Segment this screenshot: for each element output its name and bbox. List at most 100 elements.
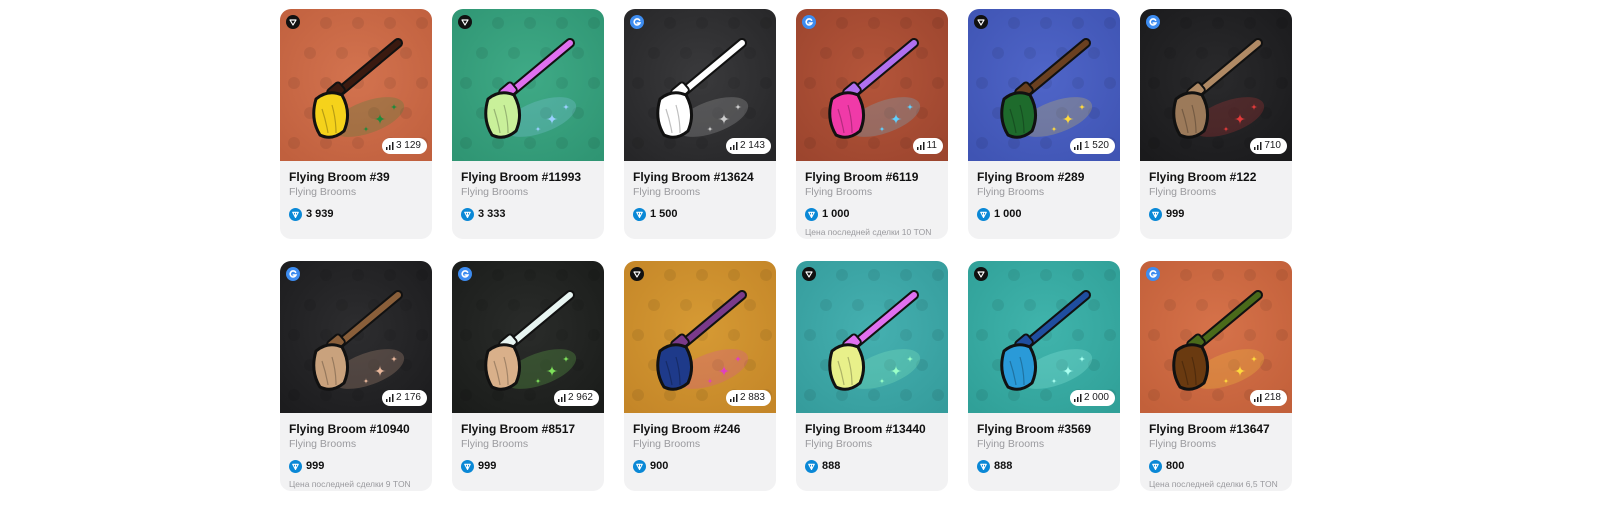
collection-name[interactable]: Flying Brooms: [633, 438, 767, 451]
card-info: Flying Broom #122 Flying Brooms 999: [1140, 161, 1292, 221]
nft-card-8[interactable]: 2 962 Flying Broom #8517 Flying Brooms 9…: [452, 261, 604, 491]
supply-badge: 2 143: [725, 138, 771, 154]
supply-count: 3 129: [395, 140, 421, 151]
nft-image[interactable]: [452, 9, 604, 161]
nft-title: Flying Broom #122: [1149, 170, 1257, 184]
getgems-icon: [458, 267, 472, 281]
nft-image[interactable]: 2 143: [624, 9, 776, 161]
collection-name[interactable]: Flying Brooms: [633, 186, 767, 199]
card-info: Flying Broom #39 Flying Brooms 3 939: [280, 161, 432, 221]
price: 1 000: [805, 207, 939, 221]
nft-image[interactable]: 2 176: [280, 261, 432, 413]
card-info: Flying Broom #13440 Flying Brooms 888: [796, 413, 948, 473]
ton-diamond-icon: [461, 459, 474, 473]
bars-icon: [1073, 142, 1082, 150]
card-info: Flying Broom #6119 Flying Brooms 1 000 Ц…: [796, 161, 948, 237]
last-sale-price: Цена последней сделки 9 TON: [289, 479, 411, 489]
nft-card-3[interactable]: 2 143 Flying Broom #13624 Flying Brooms …: [624, 9, 776, 239]
nft-card-10[interactable]: Flying Broom #13440 Flying Brooms 888: [796, 261, 948, 491]
nft-card-11[interactable]: 2 000 Flying Broom #3569 Flying Brooms 8…: [968, 261, 1120, 491]
price: 1 000: [977, 207, 1111, 221]
supply-badge: 710: [1250, 138, 1287, 154]
fragment-icon: [630, 267, 644, 281]
bars-icon: [1073, 394, 1082, 402]
marketplace-icon: [974, 15, 988, 29]
nft-card-1[interactable]: 3 129 Flying Broom #39 Flying Brooms 3 9…: [280, 9, 432, 239]
price-value: 1 000: [994, 208, 1022, 220]
nft-image[interactable]: 710: [1140, 9, 1292, 161]
collection-name[interactable]: Flying Brooms: [977, 438, 1111, 451]
price: 999: [289, 459, 423, 473]
bars-icon: [557, 394, 566, 402]
nft-card-5[interactable]: 1 520 Flying Broom #289 Flying Brooms 1 …: [968, 9, 1120, 239]
nft-card-7[interactable]: 2 176 Flying Broom #10940 Flying Brooms …: [280, 261, 432, 491]
nft-card-4[interactable]: 11 Flying Broom #6119 Flying Brooms 1 00…: [796, 9, 948, 239]
nft-image[interactable]: [796, 261, 948, 413]
ton-diamond-icon: [977, 459, 990, 473]
collection-name[interactable]: Flying Brooms: [977, 186, 1111, 199]
price: 999: [461, 459, 595, 473]
supply-count: 2 176: [395, 392, 421, 403]
collection-name[interactable]: Flying Brooms: [805, 186, 939, 199]
nft-image[interactable]: 3 129: [280, 9, 432, 161]
bars-icon: [729, 142, 738, 150]
ton-diamond-icon: [977, 207, 990, 221]
collection-name[interactable]: Flying Brooms: [1149, 186, 1283, 199]
supply-count: 2 000: [1083, 392, 1109, 403]
price-value: 800: [1166, 460, 1185, 472]
fragment-icon: [974, 267, 988, 281]
price-value: 888: [994, 460, 1013, 472]
last-sale-price: Цена последней сделки 6,5 TON: [1149, 479, 1278, 489]
supply-count: 2 962: [567, 392, 593, 403]
supply-badge: 2 000: [1069, 390, 1115, 406]
price-value: 900: [650, 460, 669, 472]
price: 900: [633, 459, 767, 473]
nft-image[interactable]: 218: [1140, 261, 1292, 413]
collection-name[interactable]: Flying Brooms: [461, 186, 595, 199]
price: 999: [1149, 207, 1283, 221]
nft-image[interactable]: 2 883: [624, 261, 776, 413]
supply-count: 1 520: [1083, 140, 1109, 151]
nft-card-9[interactable]: 2 883 Flying Broom #246 Flying Brooms 90…: [624, 261, 776, 491]
price-value: 999: [1166, 208, 1185, 220]
nft-image[interactable]: 11: [796, 9, 948, 161]
nft-title: Flying Broom #6119: [805, 170, 919, 184]
supply-count: 11: [926, 140, 937, 151]
bars-icon: [1254, 142, 1262, 150]
collection-name[interactable]: Flying Brooms: [289, 186, 423, 199]
bars-icon: [1254, 394, 1262, 402]
nft-title: Flying Broom #246: [633, 422, 741, 436]
collection-name[interactable]: Flying Brooms: [461, 438, 595, 451]
collection-name[interactable]: Flying Brooms: [805, 438, 939, 451]
supply-badge: 11: [912, 138, 943, 154]
nft-image[interactable]: 2 962: [452, 261, 604, 413]
collection-name[interactable]: Flying Brooms: [1149, 438, 1283, 451]
nft-title: Flying Broom #8517: [461, 422, 576, 436]
supply-badge: 1 520: [1069, 138, 1115, 154]
price: 888: [977, 459, 1111, 473]
price: 800: [1149, 459, 1283, 473]
marketplace-icon: [458, 15, 472, 29]
card-info: Flying Broom #246 Flying Brooms 900: [624, 413, 776, 473]
nft-image[interactable]: 1 520: [968, 9, 1120, 161]
price-value: 1 000: [822, 208, 850, 220]
supply-count: 710: [1264, 140, 1281, 151]
nft-title: Flying Broom #13647: [1149, 422, 1270, 436]
nft-card-6[interactable]: 710 Flying Broom #122 Flying Brooms 999: [1140, 9, 1292, 239]
bars-icon: [916, 142, 925, 150]
price: 888: [805, 459, 939, 473]
nft-card-2[interactable]: Flying Broom #11993 Flying Brooms 3 333: [452, 9, 604, 239]
collection-name[interactable]: Flying Brooms: [289, 438, 423, 451]
broom-illustration: [796, 261, 948, 413]
marketplace-icon: [1146, 267, 1160, 281]
nft-title: Flying Broom #3569: [977, 422, 1092, 436]
nft-image[interactable]: 2 000: [968, 261, 1120, 413]
marketplace-icon: [630, 267, 644, 281]
supply-badge: 2 883: [725, 390, 771, 406]
ton-diamond-icon: [1149, 459, 1162, 473]
price-value: 999: [306, 460, 325, 472]
card-info: Flying Broom #13624 Flying Brooms 1 500: [624, 161, 776, 221]
nft-card-12[interactable]: 218 Flying Broom #13647 Flying Brooms 80…: [1140, 261, 1292, 491]
ton-diamond-icon: [289, 207, 302, 221]
getgems-icon: [802, 15, 816, 29]
